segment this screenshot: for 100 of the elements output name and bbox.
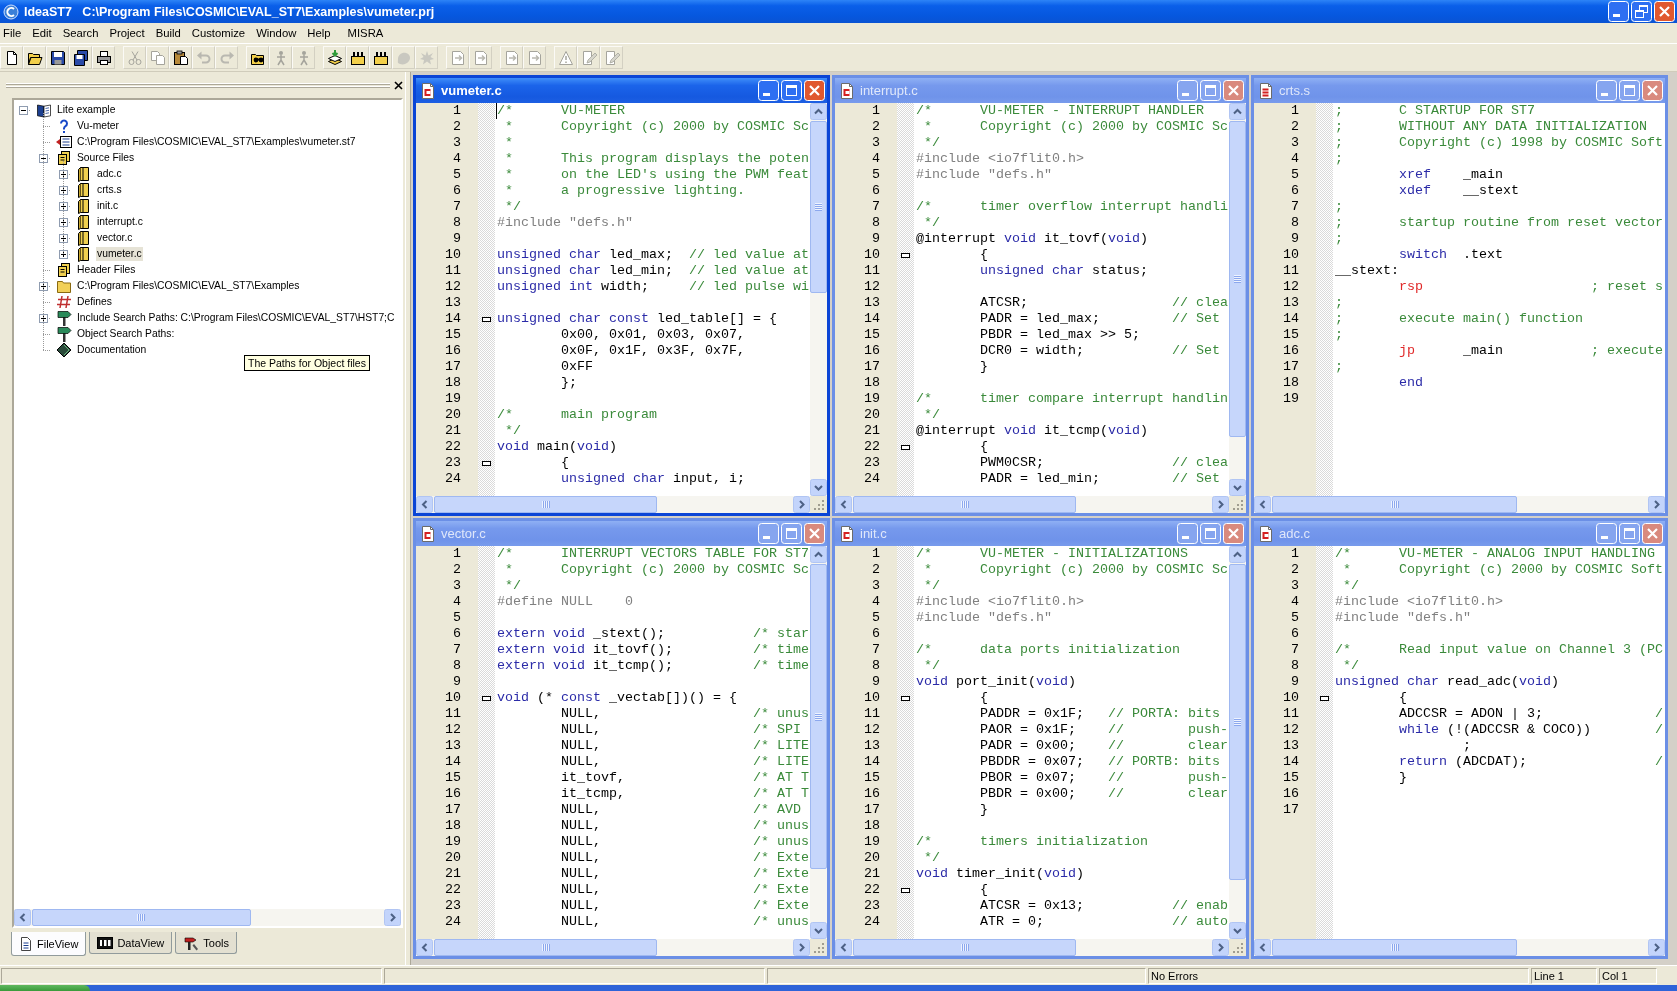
scroll-thumb[interactable] [434, 496, 658, 513]
plus-box-icon[interactable] [58, 201, 68, 211]
tree-item[interactable]: Header Files [76, 263, 137, 277]
minimize-icon[interactable] [758, 523, 779, 544]
fold-marker-icon[interactable] [901, 444, 910, 450]
minimize-icon[interactable] [1596, 80, 1617, 101]
menu-item[interactable]: Build [150, 26, 186, 40]
scroll-thumb[interactable] [434, 939, 658, 956]
maximize-icon[interactable] [1200, 80, 1221, 101]
tree-item[interactable]: Lite example [56, 103, 117, 117]
maximize-icon[interactable] [781, 80, 802, 101]
panel-tab[interactable]: DataView [89, 932, 173, 954]
maximize-icon[interactable] [781, 523, 802, 544]
fold-marker-icon[interactable] [901, 887, 910, 893]
plus-box-icon[interactable] [38, 281, 48, 291]
tree-item[interactable]: Object Search Paths: [76, 327, 176, 341]
fold-marker-icon[interactable] [482, 316, 491, 322]
line-number: 3 [1291, 578, 1299, 593]
fold-marker-icon[interactable] [901, 695, 910, 701]
line-number: 21 [864, 866, 880, 881]
stacked-pages-icon [55, 150, 72, 166]
close-icon[interactable] [394, 81, 403, 90]
window-title: vector.c [441, 526, 487, 541]
size-grip-icon[interactable] [810, 939, 827, 956]
fold-marker-icon[interactable] [1320, 695, 1329, 701]
scroll-thumb[interactable] [853, 939, 1077, 956]
toolbar-button[interactable] [169, 46, 192, 69]
tree-item[interactable]: Defines [76, 295, 113, 309]
size-grip-icon[interactable] [1229, 496, 1246, 513]
tree-item[interactable]: C:\Program Files\COSMIC\EVAL_ST7\Examples [76, 279, 301, 293]
scroll-thumb[interactable] [1272, 496, 1518, 513]
line-number: 4 [1291, 594, 1299, 609]
minimize-icon[interactable] [1177, 523, 1198, 544]
menu-item[interactable]: Help [302, 26, 336, 40]
start-button[interactable] [0, 985, 90, 991]
menu-item[interactable]: MISRA [342, 26, 389, 40]
tree-item[interactable]: Source Files [76, 151, 136, 165]
menu-item[interactable]: Project [104, 26, 150, 40]
scroll-thumb[interactable] [1272, 939, 1518, 956]
tree-item[interactable]: adc.c [96, 167, 123, 181]
fold-marker-icon[interactable] [482, 460, 491, 466]
menu-item[interactable]: Window [251, 26, 302, 40]
tree-item[interactable]: Documentation [76, 343, 148, 357]
line-number: 3 [872, 578, 880, 593]
toolbar-button[interactable] [69, 46, 92, 69]
code-line: ATCSR; // clea [980, 295, 1228, 310]
minimize-icon[interactable] [1177, 80, 1198, 101]
line-number: 5 [1291, 167, 1299, 182]
minus-box-icon[interactable] [18, 105, 28, 115]
menu-item[interactable]: File [0, 26, 27, 40]
toolbar-button[interactable] [369, 46, 392, 69]
toolbar-button[interactable] [346, 46, 369, 69]
tree-item[interactable]: C:\Program Files\COSMIC\EVAL_ST7\Examples\vumeter.st7 [76, 135, 357, 149]
tree-item[interactable]: vumeter.c [96, 247, 143, 261]
plus-box-icon[interactable] [58, 233, 68, 243]
tree-item[interactable]: init.c [96, 199, 120, 213]
code-line: * on the LED's using the PWM feat [505, 167, 809, 182]
toolbar-button[interactable] [92, 46, 115, 69]
scroll-thumb[interactable] [1229, 564, 1246, 880]
menu-item[interactable]: Customize [186, 26, 251, 40]
tree-item[interactable]: Include Search Paths: C:\Program Files\COSMIC\EVAL_ST7\HST7;C [76, 311, 396, 325]
plus-box-icon[interactable] [58, 249, 68, 259]
maximize-icon[interactable] [1619, 80, 1640, 101]
panel-tab[interactable]: FileView [11, 932, 87, 956]
maximize-icon[interactable] [1200, 523, 1221, 544]
tree-item[interactable]: Vu-meter [76, 119, 120, 133]
toolbar-button[interactable] [23, 46, 46, 69]
code-line: { [561, 455, 569, 470]
minimize-icon[interactable] [1608, 1, 1629, 22]
tree-item[interactable]: vector.c [96, 231, 134, 245]
menu-item[interactable]: Edit [27, 26, 57, 40]
scroll-thumb[interactable] [853, 496, 1077, 513]
minimize-icon[interactable] [758, 80, 779, 101]
scroll-thumb[interactable] [810, 121, 827, 294]
minus-box-icon[interactable] [38, 153, 48, 163]
scroll-thumb[interactable] [1229, 121, 1246, 437]
plus-box-icon[interactable] [38, 313, 48, 323]
plus-box-icon[interactable] [58, 185, 68, 195]
plus-box-icon[interactable] [58, 169, 68, 179]
line-number: 12 [445, 722, 461, 737]
scroll-thumb[interactable] [32, 909, 251, 926]
page-pencil-icon [603, 49, 620, 66]
toolbar-button[interactable] [0, 46, 23, 69]
tree-item[interactable]: interrupt.c [96, 215, 144, 229]
menu-item[interactable]: Search [57, 26, 104, 40]
minimize-icon[interactable] [1596, 523, 1617, 544]
size-grip-icon[interactable] [810, 496, 827, 513]
fold-marker-icon[interactable] [482, 695, 491, 701]
toolbar-button[interactable] [323, 46, 346, 69]
scroll-thumb[interactable] [810, 564, 827, 870]
toolbar-button[interactable] [46, 46, 69, 69]
size-grip-icon[interactable] [1229, 939, 1246, 956]
plus-box-icon[interactable] [58, 217, 68, 227]
panel-tab[interactable]: Tools [175, 932, 237, 954]
toolbar-button[interactable] [246, 46, 269, 69]
maximize-icon[interactable] [1619, 523, 1640, 544]
fold-marker-icon[interactable] [901, 252, 910, 258]
line-number: 8 [453, 215, 461, 230]
tree-item[interactable]: crts.s [96, 183, 123, 197]
restore-icon[interactable] [1631, 1, 1652, 22]
